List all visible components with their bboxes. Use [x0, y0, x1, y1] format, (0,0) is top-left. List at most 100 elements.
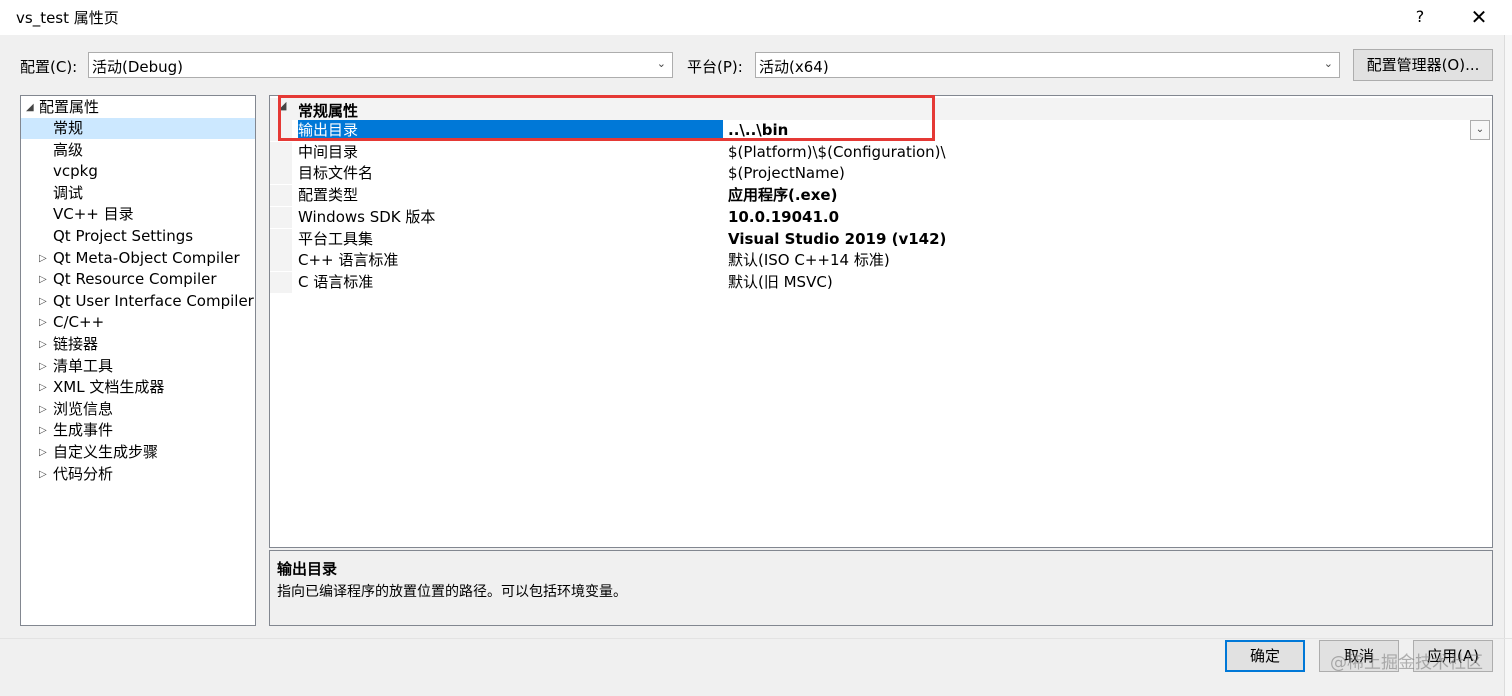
expand-arrow-icon[interactable]: ▷ — [39, 420, 47, 441]
expand-arrow-icon[interactable]: ▷ — [39, 248, 47, 269]
property-name[interactable]: C 语言标准 — [298, 272, 723, 293]
property-name[interactable]: 中间目录 — [298, 142, 723, 163]
tree-item[interactable]: ▷ 生成事件 — [21, 420, 255, 441]
property-value[interactable]: 10.0.19041.0 — [728, 207, 839, 228]
tree-item-label: 高级 — [53, 140, 84, 159]
description-text: 指向已编译程序的放置位置的路径。可以包括环境变量。 — [277, 584, 627, 600]
row-gutter — [270, 163, 292, 185]
tree-item[interactable]: ▷ Qt Meta-Object Compiler — [21, 248, 255, 269]
tree-item-label: 清单工具 — [53, 356, 114, 375]
description-title: 输出目录 — [277, 560, 338, 578]
property-value[interactable]: 默认(ISO C++14 标准) — [728, 250, 890, 271]
property-value[interactable]: 默认(旧 MSVC) — [728, 272, 833, 293]
close-button[interactable]: ✕ — [1462, 4, 1496, 30]
tree-item[interactable]: 高级 — [21, 140, 255, 161]
tree-item[interactable]: ▷ C/C++ — [21, 312, 255, 333]
row-gutter — [270, 185, 292, 207]
tree-item[interactable]: ▷ Qt Resource Compiler — [21, 269, 255, 290]
help-button[interactable]: ? — [1405, 4, 1435, 30]
tree-item[interactable]: ▷ 自定义生成步骤 — [21, 442, 255, 463]
expand-arrow-icon[interactable]: ▷ — [39, 464, 47, 485]
tree-item-label: Qt User Interface Compiler — [53, 291, 254, 310]
expand-arrow-icon[interactable]: ▷ — [39, 442, 47, 463]
property-row[interactable]: 平台工具集 Visual Studio 2019 (v142) — [270, 228, 1492, 250]
chevron-down-icon: ⌄ — [1323, 57, 1333, 70]
expand-arrow-icon[interactable]: ▷ — [39, 399, 47, 420]
chevron-down-icon: ⌄ — [656, 57, 666, 70]
divider — [0, 638, 1512, 639]
expanded-arrow-icon[interactable]: ◢ — [26, 97, 34, 118]
tree-root-label: 配置属性 — [39, 98, 100, 116]
property-value[interactable]: $(ProjectName) — [728, 163, 845, 184]
tree-item-label: 生成事件 — [53, 421, 114, 440]
window-edge — [1504, 35, 1512, 696]
tree-item-label: 常规 — [53, 119, 84, 137]
property-name[interactable]: 目标文件名 — [298, 163, 723, 184]
tree-item[interactable]: ▷ XML 文档生成器 — [21, 377, 255, 398]
row-gutter — [270, 141, 292, 163]
tree-item[interactable]: ▷ 浏览信息 — [21, 399, 255, 420]
expand-arrow-icon[interactable]: ▷ — [39, 291, 47, 312]
chevron-down-icon[interactable]: ⌄ — [1470, 120, 1490, 140]
property-name[interactable]: 平台工具集 — [298, 229, 723, 250]
platform-combo[interactable]: 活动(x64) ⌄ — [755, 52, 1340, 78]
annotation-box — [278, 95, 935, 141]
platform-label: 平台(P): — [687, 58, 743, 76]
config-combo[interactable]: 活动(Debug) ⌄ — [88, 52, 673, 78]
tree-item-label: 调试 — [53, 183, 84, 202]
property-row[interactable]: Windows SDK 版本 10.0.19041.0 — [270, 206, 1492, 228]
tree-item-label: 代码分析 — [53, 464, 114, 483]
tree-item-label: 链接器 — [53, 335, 99, 353]
tree-item-label: XML 文档生成器 — [53, 378, 165, 397]
tree-item-label: Qt Meta-Object Compiler — [53, 248, 240, 267]
row-gutter — [270, 206, 292, 228]
ok-button[interactable]: 确定 — [1225, 640, 1305, 672]
tree-root[interactable]: ◢ 配置属性 — [21, 97, 255, 118]
tree-item-label: 自定义生成步骤 — [53, 443, 159, 461]
tree-item[interactable]: VC++ 目录 — [21, 204, 255, 225]
tree-item-label: Qt Resource Compiler — [53, 270, 217, 289]
expand-arrow-icon[interactable]: ▷ — [39, 356, 47, 377]
expand-arrow-icon[interactable]: ▷ — [39, 377, 47, 398]
tree-item[interactable]: Qt Project Settings — [21, 226, 255, 247]
config-label: 配置(C): — [20, 58, 78, 76]
expand-arrow-icon[interactable]: ▷ — [39, 334, 47, 355]
property-name[interactable]: 配置类型 — [298, 185, 723, 206]
property-value[interactable]: 应用程序(.exe) — [728, 185, 837, 206]
expand-arrow-icon[interactable]: ▷ — [39, 312, 47, 333]
config-value: 活动(Debug) — [92, 58, 184, 76]
property-value[interactable]: $(Platform)\$(Configuration)\ — [728, 142, 946, 163]
window-title: vs_test 属性页 — [16, 9, 119, 27]
description-panel: 输出目录 指向已编译程序的放置位置的路径。可以包括环境变量。 — [269, 550, 1493, 626]
property-row[interactable]: C 语言标准 默认(旧 MSVC) — [270, 271, 1492, 293]
row-gutter — [270, 250, 292, 272]
tree-item[interactable]: ▷ 链接器 — [21, 334, 255, 355]
tree-item-label: Qt Project Settings — [53, 227, 194, 245]
property-value[interactable]: Visual Studio 2019 (v142) — [728, 229, 946, 250]
property-tree[interactable]: ◢ 配置属性 常规高级 vcpkg 调试 VC++ 目录 Qt Project Sett… — [20, 95, 256, 626]
tree-item[interactable]: vcpkg — [21, 161, 255, 182]
row-gutter — [270, 228, 292, 250]
title-bar: vs_test 属性页 ? ✕ — [0, 0, 1512, 35]
property-name[interactable]: Windows SDK 版本 — [298, 207, 723, 228]
property-grid[interactable]: ◢ 常规属性 输出目录 ..\..\bin ⌄ 中间目录 $(Platform)\$(C… — [269, 95, 1493, 548]
tree-item[interactable]: 常规 — [21, 118, 255, 139]
tree-item-label: vcpkg — [53, 162, 98, 181]
watermark: @稀土掘金技术社区 — [1330, 653, 1483, 673]
tree-item-label: C/C++ — [53, 313, 105, 332]
config-manager-button[interactable]: 配置管理器(O)... — [1353, 49, 1493, 81]
tree-item[interactable]: 调试 — [21, 183, 255, 204]
tree-item[interactable]: ▷ 代码分析 — [21, 464, 255, 485]
expand-arrow-icon[interactable]: ▷ — [39, 269, 47, 290]
tree-item[interactable]: ▷ Qt User Interface Compiler — [21, 291, 255, 312]
row-gutter — [270, 271, 292, 293]
tree-item-label: VC++ 目录 — [53, 205, 134, 224]
property-row[interactable]: 目标文件名 $(ProjectName) — [270, 163, 1492, 185]
property-name[interactable]: C++ 语言标准 — [298, 250, 723, 271]
property-row[interactable]: 配置类型 应用程序(.exe) — [270, 185, 1492, 207]
tree-item-label: 浏览信息 — [53, 399, 114, 418]
platform-value: 活动(x64) — [759, 58, 829, 76]
property-row[interactable]: C++ 语言标准 默认(ISO C++14 标准) — [270, 250, 1492, 272]
property-row[interactable]: 中间目录 $(Platform)\$(Configuration)\ — [270, 141, 1492, 163]
tree-item[interactable]: ▷ 清单工具 — [21, 356, 255, 377]
